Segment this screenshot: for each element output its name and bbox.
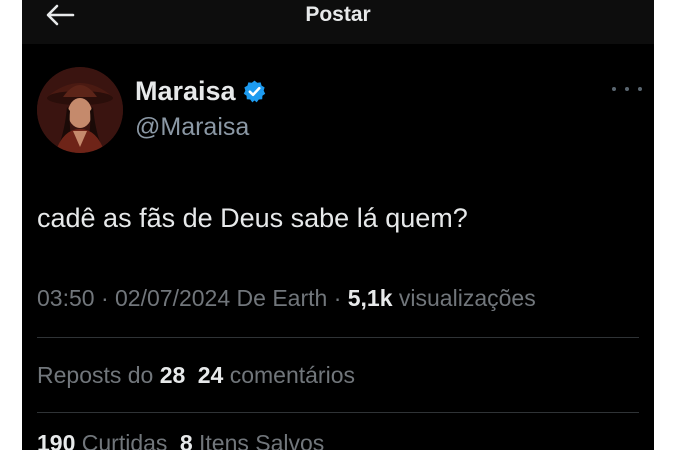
avatar-image [37,67,123,153]
saves-label[interactable]: Itens Salvos [199,430,324,450]
saves-count[interactable]: 8 [180,430,193,450]
more-button[interactable] [612,82,642,96]
author-name-row[interactable]: Maraisa [135,74,267,108]
post-meta: 03:50 · 02/07/2024 De Earth · 5,1k visua… [37,283,536,313]
comments-count[interactable]: 24 [198,362,224,388]
likes-saves-row: 190 Curtidas 8 Itens Salvos [37,428,324,450]
top-bar: Postar [22,0,654,44]
post-source: De Earth [236,285,328,311]
more-horizontal-icon [612,87,616,91]
page-title: Postar [305,3,371,26]
divider [37,337,639,338]
views-count[interactable]: 5,1k [348,285,393,311]
post-text: cadê as fãs de Deus sabe lá quem? [37,203,468,233]
author-handle[interactable]: @Maraisa [135,111,249,143]
reposts-label[interactable]: Reposts do [37,362,153,388]
author-name: Maraisa [135,76,236,106]
avatar[interactable] [37,67,123,153]
likes-label[interactable]: Curtidas [82,430,168,450]
post-screen: Postar Maraisa @Maraisa cadê as fãs de D… [22,0,654,450]
comments-label[interactable]: comentários [230,362,355,388]
reposts-count[interactable]: 28 [160,362,186,388]
verified-badge-icon [243,80,265,102]
post-time[interactable]: 03:50 [37,285,95,311]
more-horizontal-icon [638,87,642,91]
meta-separator: · [100,285,109,311]
post-date[interactable]: 02/07/2024 [115,285,230,311]
more-horizontal-icon [625,87,629,91]
divider [37,412,639,413]
reposts-comments-row: Reposts do 28 24 comentários [37,360,355,390]
meta-separator: · [333,285,342,311]
likes-count[interactable]: 190 [37,430,75,450]
views-label[interactable]: visualizações [399,285,536,311]
